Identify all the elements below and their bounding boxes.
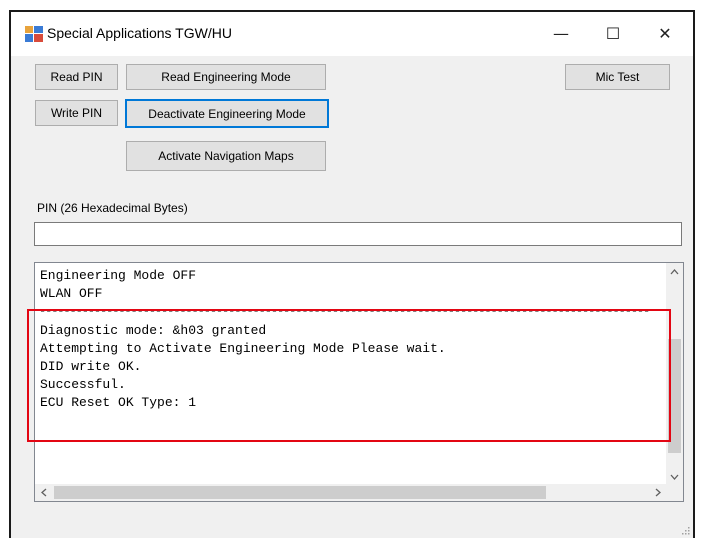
title-bar[interactable]: Special Applications TGW/HU — ☐ ✕ — [11, 12, 693, 56]
pin-field-label: PIN (26 Hexadecimal Bytes) — [37, 201, 188, 215]
log-line: Engineering Mode OFF — [40, 268, 197, 283]
read-pin-button[interactable]: Read PIN — [35, 64, 118, 90]
deactivate-engineering-mode-button[interactable]: Deactivate Engineering Mode — [125, 99, 329, 128]
app-window-icon — [25, 26, 43, 42]
horizontal-scroll-thumb[interactable] — [54, 486, 546, 499]
activate-navigation-maps-button[interactable]: Activate Navigation Maps — [126, 141, 326, 171]
scroll-down-icon[interactable] — [666, 468, 683, 485]
write-pin-button[interactable]: Write PIN — [35, 100, 118, 126]
scroll-right-icon[interactable] — [649, 484, 666, 501]
pin-input[interactable] — [34, 222, 682, 246]
scrollbar-corner — [666, 484, 683, 501]
window-title: Special Applications TGW/HU — [47, 25, 232, 41]
scroll-left-icon[interactable] — [35, 484, 52, 501]
log-line: WLAN OFF — [40, 286, 103, 301]
read-engineering-mode-button[interactable]: Read Engineering Mode — [126, 64, 326, 90]
minimize-button[interactable]: — — [539, 18, 583, 48]
maximize-button[interactable]: ☐ — [591, 18, 635, 48]
highlight-box — [27, 309, 671, 442]
resize-grip-icon[interactable] — [680, 525, 690, 535]
scroll-up-icon[interactable] — [666, 263, 683, 280]
horizontal-scrollbar[interactable] — [35, 484, 666, 501]
close-button[interactable]: ✕ — [643, 18, 687, 48]
mic-test-button[interactable]: Mic Test — [565, 64, 670, 90]
app-window: Special Applications TGW/HU — ☐ ✕ Read P… — [9, 10, 695, 538]
